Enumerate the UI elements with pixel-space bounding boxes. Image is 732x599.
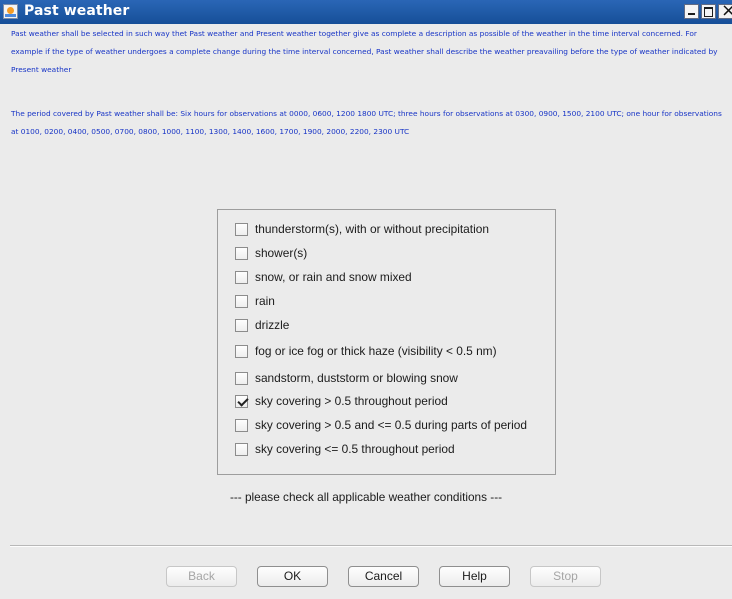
checkbox[interactable] [235, 418, 248, 432]
option-label: thunderstorm(s), with or without precipi… [255, 222, 489, 236]
title-bar[interactable]: Past weather [0, 0, 732, 24]
option-label: snow, or rain and snow mixed [255, 270, 412, 284]
minimize-icon[interactable] [684, 4, 699, 19]
past-weather-dialog: Past weather Past weather shall be selec… [0, 0, 732, 599]
close-icon[interactable] [718, 0, 732, 21]
back-button[interactable]: Back [166, 566, 237, 587]
checkbox[interactable] [235, 222, 248, 236]
checkbox[interactable] [235, 294, 248, 308]
option-sandstorm[interactable]: sandstorm, duststorm or blowing snow [235, 370, 458, 386]
checkbox[interactable] [235, 371, 248, 385]
description-text-1: Past weather shall be selected in such w… [11, 29, 718, 74]
option-label: sky covering > 0.5 throughout period [255, 394, 448, 408]
option-label: sky covering > 0.5 and <= 0.5 during par… [255, 418, 528, 432]
stop-button[interactable]: Stop [530, 566, 601, 587]
java-app-icon [3, 4, 18, 19]
option-sky-over-half[interactable]: sky covering > 0.5 throughout period [235, 393, 448, 409]
option-drizzle[interactable]: drizzle [235, 317, 289, 333]
option-rain[interactable]: rain [235, 293, 275, 309]
instruction-hint: --- please check all applicable weather … [229, 490, 503, 504]
checkbox[interactable] [235, 270, 248, 284]
description-paragraph-1: Past weather shall be selected in such w… [11, 25, 723, 79]
option-thunderstorm[interactable]: thunderstorm(s), with or without precipi… [235, 221, 489, 237]
cancel-button[interactable]: Cancel [348, 566, 419, 587]
option-snow-rain-mixed[interactable]: snow, or rain and snow mixed [235, 269, 412, 285]
option-label: sandstorm, duststorm or blowing snow [255, 371, 458, 385]
checkbox[interactable] [235, 442, 248, 456]
help-button[interactable]: Help [439, 566, 510, 587]
checkbox[interactable] [235, 344, 248, 358]
ok-button[interactable]: OK [257, 566, 328, 587]
option-fog[interactable]: fog or ice fog or thick haze (visibility… [235, 343, 497, 359]
window-controls [684, 0, 732, 21]
option-sky-under-half[interactable]: sky covering <= 0.5 throughout period [235, 441, 455, 457]
checkbox[interactable] [235, 246, 248, 260]
option-sky-partial[interactable]: sky covering > 0.5 and <= 0.5 during par… [235, 417, 527, 433]
description-paragraph-2: The period covered by Past weather shall… [11, 105, 723, 141]
window-title: Past weather [24, 3, 130, 19]
checkbox[interactable] [235, 318, 248, 332]
maximize-icon[interactable] [701, 4, 716, 19]
option-label: shower(s) [255, 246, 308, 260]
option-label: rain [255, 294, 275, 308]
weather-options-panel: thunderstorm(s), with or without precipi… [217, 209, 556, 475]
option-label: drizzle [255, 318, 290, 332]
option-label: fog or ice fog or thick haze (visibility… [255, 344, 497, 358]
option-label: sky covering <= 0.5 throughout period [255, 442, 455, 456]
description-text-2: The period covered by Past weather shall… [11, 109, 722, 136]
option-shower[interactable]: shower(s) [235, 245, 307, 261]
checkbox-checked[interactable] [235, 394, 248, 408]
button-divider [10, 545, 732, 547]
